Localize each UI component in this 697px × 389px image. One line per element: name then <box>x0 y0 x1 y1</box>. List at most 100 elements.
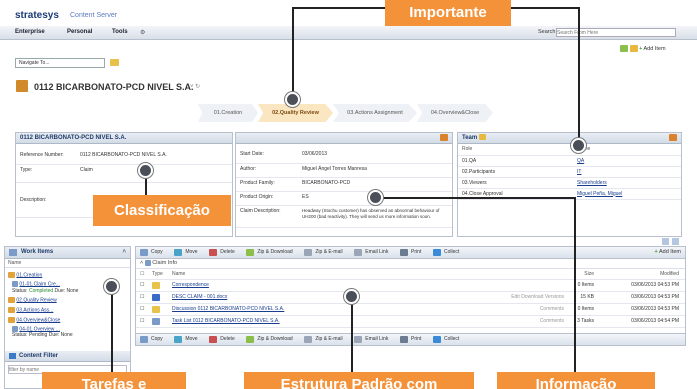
item-note[interactable]: Comments <box>428 315 568 328</box>
team-header: Team <box>458 133 681 144</box>
work-item-link[interactable]: 02.Quality Review <box>16 297 56 303</box>
team-role: 03.Viewers <box>458 177 573 189</box>
step-overview-close[interactable]: 04.Overview&Close <box>417 104 493 122</box>
move-button[interactable]: Move <box>174 334 198 345</box>
type-value: Claim <box>76 164 232 183</box>
row-checkbox[interactable]: ☐ <box>136 279 148 292</box>
select-all-checkbox[interactable]: ☐ <box>136 269 148 280</box>
connector-line <box>510 7 580 9</box>
team-role: 02.Participants <box>458 166 573 178</box>
zip-download-button[interactable]: Zip & Download <box>246 247 293 258</box>
folder-icon <box>8 297 15 304</box>
search-input[interactable] <box>556 28 676 37</box>
team-edit-icon[interactable] <box>669 134 677 141</box>
work-item-link[interactable]: 04.Overview&Close <box>16 317 60 323</box>
team-member-link[interactable]: QA <box>573 155 681 167</box>
collapse-icon[interactable]: ˄ <box>140 260 143 266</box>
add-item-button[interactable]: Add Item <box>644 46 666 52</box>
team-member-link[interactable]: IT <box>573 166 681 178</box>
folder-icon <box>8 272 15 278</box>
menu-enterprise[interactable]: Enterprise <box>15 29 45 35</box>
row-checkbox[interactable]: ☐ <box>136 291 148 304</box>
copy-button[interactable]: Copy <box>140 334 163 345</box>
col-name[interactable]: Name <box>168 269 428 280</box>
team-member-link[interactable]: Shareholders <box>573 177 681 189</box>
work-item-link[interactable]: 03.Actions Ass... <box>16 307 53 313</box>
email-link-button[interactable]: Email Link <box>354 334 388 345</box>
collapse-icon[interactable]: ˄ <box>122 247 126 258</box>
work-item[interactable]: 03.Actions Ass... <box>8 306 127 314</box>
connector-line <box>351 296 353 372</box>
step-quality-review[interactable]: 02.Quality Review <box>258 104 333 122</box>
print-button[interactable]: Print <box>400 247 421 258</box>
step-creation[interactable]: 01.Creation <box>198 104 258 122</box>
folder-icon[interactable] <box>110 59 119 66</box>
row-checkbox[interactable]: ☐ <box>136 315 148 328</box>
page-title: 0112 BICARBONATO-PCD NIVEL S.A. <box>34 82 194 92</box>
delete-button[interactable]: Delete <box>209 247 235 258</box>
work-item-link[interactable]: 04-01.Overview ... <box>19 326 60 332</box>
list-view-icon[interactable] <box>662 238 669 245</box>
details-panel: Start Date: 03/06/2013 Author: Miguel Ánge… <box>235 132 453 237</box>
navigate-select[interactable]: Navigate To... <box>15 58 105 68</box>
menu-personal[interactable]: Personal <box>67 29 92 35</box>
copy-icon <box>140 249 148 256</box>
toolbar-bottom: Copy Move Delete Zip & Download Zip & E-… <box>136 333 685 345</box>
work-item-link[interactable]: 01.Creation <box>16 272 42 278</box>
plus-icon: + <box>654 249 658 255</box>
menu-tools[interactable]: Tools <box>112 29 128 35</box>
item-name[interactable]: Task List 0112 BICARBONATO-PCD NIVEL S.A… <box>168 315 428 328</box>
classification-title: 0112 BICARBONATO-PCD NIVEL S.A. <box>16 133 232 144</box>
team-member-link[interactable]: Miguel Peña, Miguel <box>573 188 681 200</box>
favorite-icon[interactable] <box>629 45 638 52</box>
claim-folder-icon <box>16 80 28 92</box>
item-name[interactable]: Discussion 0112 BICARBONATO-PCD NIVEL S.… <box>168 303 428 316</box>
move-button[interactable]: Move <box>174 247 198 258</box>
browse-add-item-button[interactable]: Add Item <box>659 249 681 255</box>
collect-icon <box>432 336 441 343</box>
copy-button[interactable]: Copy <box>140 247 163 258</box>
delete-button[interactable]: Delete <box>209 334 235 345</box>
functions-chevron-icon[interactable]: ˅ ↻ <box>190 83 200 90</box>
edit-icon[interactable] <box>440 134 448 141</box>
item-name[interactable]: Correspondence <box>168 279 428 292</box>
work-items-column: Name <box>5 259 130 268</box>
team-panel: Team RoleName 01.QAQA 02.ParticipantsIT … <box>457 132 682 237</box>
work-item[interactable]: 04-01.Overview ... Status: Pending Due: N… <box>8 325 127 339</box>
collect-button[interactable]: Collect <box>432 247 459 258</box>
work-item[interactable]: 04.Overview&Close <box>8 316 127 324</box>
item-size: 15 KB <box>568 291 598 304</box>
print-button[interactable]: Print <box>400 334 421 345</box>
table-row[interactable]: ☐ DESC CLAIM - 001.docx Edit Download Ve… <box>136 291 685 304</box>
row-checkbox[interactable]: ☐ <box>136 303 148 316</box>
grid-view-icon[interactable] <box>672 238 679 245</box>
help-icon[interactable]: ⚙ <box>140 29 145 36</box>
col-size[interactable]: Size <box>568 269 598 280</box>
toolbar-top: Copy Move Delete Zip & Download Zip & E-… <box>136 247 685 259</box>
zip-email-button[interactable]: Zip & E-mail <box>304 247 343 258</box>
delete-icon <box>209 336 218 343</box>
item-modified: 03/06/2013 04:54 PM <box>598 315 685 328</box>
work-item[interactable]: 01.Creation <box>8 272 127 279</box>
table-row[interactable]: ☐ Discussion 0112 BICARBONATO-PCD NIVEL … <box>136 303 685 316</box>
work-item-link[interactable]: 01-01.Claim Cre... <box>19 281 60 287</box>
collect-button[interactable]: Collect <box>432 334 459 345</box>
col-modified[interactable]: Modified <box>598 269 685 280</box>
print-icon <box>400 336 409 343</box>
work-items-title: Work Items <box>21 249 54 255</box>
delete-label: Delete <box>220 249 235 255</box>
table-row[interactable]: ☐ Correspondence 0 Items 03/06/2013 04:5… <box>136 279 685 292</box>
zip-email-button[interactable]: Zip & E-mail <box>304 334 343 345</box>
refresh-icon[interactable] <box>620 45 628 52</box>
item-note[interactable]: Comments <box>428 303 568 316</box>
email-link-button[interactable]: Email Link <box>354 247 388 258</box>
zip-email-label: Zip & E-mail <box>315 249 343 255</box>
table-row[interactable]: ☐ Task List 0112 BICARBONATO-PCD NIVEL S… <box>136 315 685 328</box>
item-name[interactable]: DESC CLAIM - 001.docx <box>168 291 428 304</box>
copy-label: Copy <box>151 249 163 255</box>
zip-download-button[interactable]: Zip & Download <box>246 334 293 345</box>
item-note[interactable]: Edit Download Versions <box>428 291 568 304</box>
work-item[interactable]: 02.Quality Review <box>8 297 127 304</box>
product-name: Content Server <box>70 12 118 19</box>
step-actions-assignment[interactable]: 03.Actions Assignment <box>333 104 417 122</box>
